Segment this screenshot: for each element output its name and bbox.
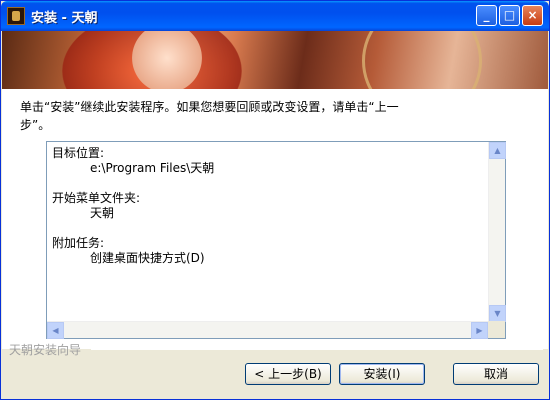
summary-text: 目标位置: e:\Program Files\天朝 开始菜单文件夹: 天朝 附加… (52, 146, 482, 266)
wizard-content: 单击“安装”继续此安装程序。如果您想要回顾或改变设置，请单击“上一 步”。 目标… (2, 89, 548, 349)
back-button[interactable]: < 上一步(B) (245, 363, 331, 385)
scroll-left-arrow-icon[interactable]: ◀ (47, 322, 64, 339)
instruction-line-2: 步”。 (20, 118, 51, 132)
banner-face-shape (132, 31, 202, 89)
menu-label: 开始菜单文件夹: (52, 191, 141, 205)
app-icon (7, 7, 25, 25)
scroll-right-arrow-icon[interactable]: ▶ (471, 322, 488, 339)
banner-bow-shape (362, 31, 482, 89)
tasks-label: 附加任务: (52, 236, 105, 250)
summary-memo[interactable]: 目标位置: e:\Program Files\天朝 开始菜单文件夹: 天朝 附加… (46, 141, 506, 339)
close-button[interactable]: × (522, 5, 543, 26)
footer-divider (91, 349, 543, 350)
vertical-scrollbar[interactable]: ▲ ▼ (488, 142, 506, 322)
maximize-button[interactable]: □ (499, 5, 520, 26)
install-button[interactable]: 安装(I) (339, 363, 425, 385)
scrollbar-corner (488, 321, 505, 338)
header-banner-image (2, 31, 548, 89)
instruction-text: 单击“安装”继续此安装程序。如果您想要回顾或改变设置，请单击“上一 步”。 (20, 98, 530, 134)
horizontal-scrollbar[interactable]: ◀ ▶ (47, 321, 488, 339)
title-bar[interactable]: 安装 - 天朝 _ □ × (1, 1, 549, 31)
cancel-button[interactable]: 取消 (453, 363, 539, 385)
scroll-up-arrow-icon[interactable]: ▲ (489, 142, 506, 159)
wizard-brand-label: 天朝安装向导 (9, 343, 82, 357)
scroll-down-arrow-icon[interactable]: ▼ (489, 305, 506, 322)
minimize-button[interactable]: _ (476, 5, 497, 26)
installer-window: 安装 - 天朝 _ □ × 单击“安装”继续此安装程序。如果您想要回顾或改变设置… (0, 0, 550, 400)
menu-value: 天朝 (90, 206, 115, 220)
dest-value: e:\Program Files\天朝 (90, 161, 215, 175)
instruction-line-1: 单击“安装”继续此安装程序。如果您想要回顾或改变设置，请单击“上一 (20, 100, 399, 114)
tasks-value: 创建桌面快捷方式(D) (90, 251, 205, 265)
dest-label: 目标位置: (52, 146, 105, 160)
window-title: 安装 - 天朝 (31, 11, 98, 26)
